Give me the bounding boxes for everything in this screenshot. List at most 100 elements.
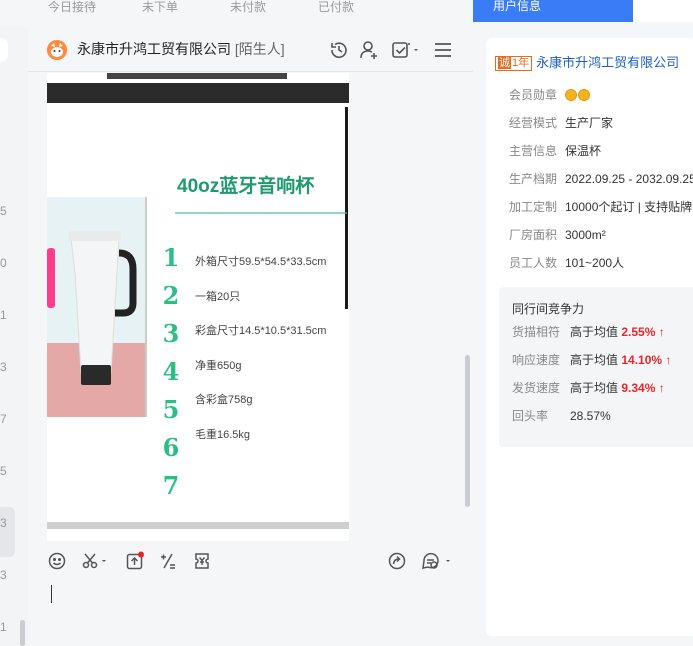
list-item[interactable]: 3 — [0, 568, 7, 582]
spec-number: 7 — [162, 471, 180, 500]
contact-tag: [陌生人] — [234, 41, 285, 57]
list-item[interactable]: 1 — [0, 308, 7, 322]
badge-prefix: 诚 — [498, 57, 511, 69]
badge-years: 1年 — [512, 57, 530, 69]
info-row-medal: 会员勋章 — [509, 88, 591, 102]
spec-item: 外箱尺寸59.5*54.5*33.5cm — [195, 256, 327, 268]
text-caret — [51, 585, 52, 603]
spec-number: 3 — [162, 319, 180, 348]
list-item[interactable]: 0 — [0, 256, 7, 270]
medal-icon — [565, 89, 577, 101]
user-info-panel: 用户信息 诚 1年 永康市升鸿工贸有限公司 会员勋章 经营模式 生产厂家 主营信息 保温… — [473, 0, 693, 646]
list-item[interactable]: 3 — [0, 360, 7, 374]
product-title: 40oz蓝牙音响杯 — [177, 176, 315, 197]
spec-item: 含彩盒758g — [195, 394, 253, 406]
upload-icon[interactable] — [125, 551, 145, 571]
spec-number: 4 — [162, 357, 180, 386]
spec-item: 净重650g — [195, 359, 242, 372]
product-image-message[interactable]: 40oz蓝牙音响杯 1 2 3 4 5 6 7 外箱尺寸59.5*54.5*33… — [47, 73, 349, 541]
spec-item: 毛重16.5kg — [195, 428, 251, 441]
company-link[interactable]: 诚 1年 永康市升鸿工贸有限公司 — [495, 55, 679, 71]
list-item[interactable]: 3 — [0, 516, 7, 530]
up-arrow-icon: ↑ — [658, 325, 665, 339]
comp-row: 回头率 28.57% — [512, 409, 611, 423]
input-toolbar — [28, 547, 473, 575]
info-label: 厂房面积 — [509, 228, 558, 242]
trust-badge: 诚 1年 — [495, 56, 533, 71]
comp-row: 发货速度 高于均值 9.34% ↑ — [512, 381, 665, 395]
spec-number: 6 — [162, 433, 180, 462]
comp-text: 28.57% — [570, 409, 611, 423]
quick-reply-icon[interactable] — [420, 551, 452, 571]
calculator-icon[interactable] — [158, 551, 178, 571]
member-medal-icons — [565, 88, 591, 102]
list-item[interactable]: 5 — [0, 204, 7, 218]
stat-today-received[interactable]: 今日接待 — [48, 0, 96, 14]
comp-label: 发货速度 — [512, 381, 561, 395]
chat-scrollbar[interactable] — [465, 355, 470, 507]
list-item[interactable]: 1 — [0, 620, 7, 634]
spec-item: 一箱20只 — [195, 290, 241, 303]
list-item-avatar[interactable] — [0, 38, 8, 62]
list-item[interactable]: 7 — [0, 412, 7, 426]
info-value: 3000m² — [565, 228, 606, 242]
info-row-mode: 经营模式 生产厂家 — [509, 116, 613, 130]
tab-user-info[interactable]: 用户信息 — [473, 0, 633, 22]
info-row-schedule: 生产档期 2022.09.25 - 2032.09.25 — [509, 172, 693, 186]
task-check-icon[interactable] — [390, 39, 422, 61]
spec-number: 2 — [162, 281, 180, 310]
info-label: 加工定制 — [509, 200, 558, 214]
message-input[interactable] — [28, 577, 473, 646]
list-item[interactable]: 5 — [0, 464, 7, 478]
chat-header: 永康市升鸿工贸有限公司 [陌生人] — [28, 26, 473, 72]
info-row-area: 厂房面积 3000m² — [509, 228, 606, 242]
menu-icon[interactable] — [432, 39, 454, 61]
info-row-staff: 员工人数 101~200人 — [509, 256, 624, 270]
spec-numbers: 1 2 3 4 5 6 7 — [161, 239, 181, 505]
comp-percent: 2.55% — [621, 325, 656, 339]
comp-percent: 9.34% — [621, 381, 656, 395]
stats-bar: 今日接待 未下单 未付款 已付款 — [0, 0, 473, 26]
spec-item: 彩盒尺寸14.5*10.5*31.5cm — [195, 325, 327, 337]
comp-label: 货描相符 — [512, 325, 561, 339]
info-value: 保温杯 — [565, 144, 602, 158]
message-area[interactable]: 40oz蓝牙音响杯 1 2 3 4 5 6 7 外箱尺寸59.5*54.5*33… — [28, 73, 473, 541]
info-row-main: 主营信息 保温杯 — [509, 144, 601, 158]
spec-list: 外箱尺寸59.5*54.5*33.5cm 一箱20只 彩盒尺寸14.5*10.5… — [195, 245, 326, 452]
chat-panel: 永康市升鸿工贸有限公司 [陌生人] 40oz蓝牙音响杯 1 2 3 4 5 6 … — [28, 26, 473, 646]
list-scrollbar[interactable] — [20, 620, 25, 646]
stat-not-ordered[interactable]: 未下单 — [142, 0, 178, 14]
history-icon[interactable] — [328, 39, 350, 61]
chat-title: 永康市升鸿工贸有限公司 [陌生人] — [77, 40, 285, 58]
scissors-icon[interactable] — [81, 551, 109, 571]
up-arrow-icon: ↑ — [665, 353, 672, 367]
spec-number: 1 — [162, 243, 180, 272]
coupon-icon[interactable] — [192, 551, 212, 571]
info-label: 会员勋章 — [509, 88, 558, 102]
up-arrow-icon: ↑ — [658, 381, 665, 395]
emoji-icon[interactable] — [47, 551, 67, 571]
selected-conversation[interactable] — [0, 507, 15, 557]
info-row-custom: 加工定制 10000个起订 | 支持贴牌 — [509, 200, 692, 214]
tab-empty[interactable] — [633, 0, 693, 22]
comp-text: 高于均值 — [570, 325, 619, 339]
avatar[interactable] — [47, 40, 67, 60]
contact-name: 永康市升鸿工贸有限公司 — [77, 41, 231, 57]
conversation-list: 5 0 1 3 7 5 3 3 1 — [0, 26, 28, 646]
info-label: 主营信息 — [509, 144, 558, 158]
comp-row: 响应速度 高于均值 14.10% ↑ — [512, 353, 671, 367]
comp-row: 货描相符 高于均值 2.55% ↑ — [512, 325, 665, 339]
user-add-icon[interactable] — [358, 39, 380, 61]
company-name[interactable]: 永康市升鸿工贸有限公司 — [536, 55, 679, 70]
stat-not-paid[interactable]: 未付款 — [230, 0, 266, 14]
comp-text: 高于均值 — [570, 381, 619, 395]
share-icon[interactable] — [387, 551, 407, 571]
info-label: 经营模式 — [509, 116, 558, 130]
info-value: 2022.09.25 - 2032.09.25 — [565, 172, 693, 186]
info-label: 生产档期 — [509, 172, 558, 186]
medal-icon — [578, 89, 590, 101]
comp-label: 响应速度 — [512, 353, 561, 367]
info-label: 员工人数 — [509, 256, 558, 270]
competitiveness-box: 同行间竞争力 货描相符 高于均值 2.55% ↑ 响应速度 高于均值 14.10% … — [499, 287, 693, 447]
stat-paid[interactable]: 已付款 — [318, 0, 354, 14]
